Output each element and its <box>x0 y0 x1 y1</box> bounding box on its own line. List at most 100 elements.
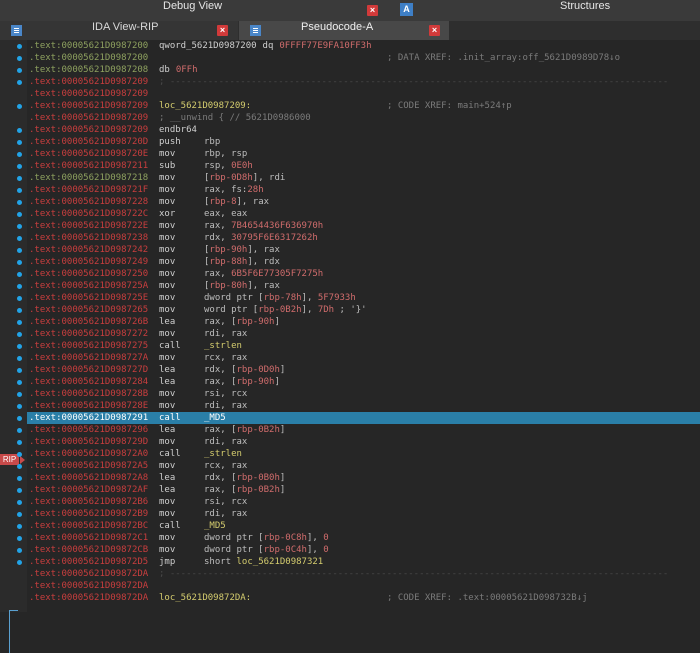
line-address[interactable]: .text:00005621D0987291 <box>29 412 148 424</box>
line-address[interactable]: .text:00005621D098722C <box>29 208 148 220</box>
line-address[interactable]: .text:00005621D0987209 <box>29 88 148 100</box>
line-address[interactable]: .text:00005621D09872D5 <box>29 556 148 568</box>
data-name-label[interactable]: qword_5621D0987200 <box>159 41 257 51</box>
operand-symbol[interactable]: _strlen <box>204 341 242 351</box>
code-line[interactable]: .text:00005621D0987200 qword_5621D0987200… <box>27 40 700 52</box>
code-line[interactable]: .text:00005621D098726B lea rax, [rbp-90h] <box>27 316 700 328</box>
breakpoint-dot-icon[interactable] <box>17 428 22 433</box>
code-line[interactable]: .text:00005621D0987272 mov rdi, rax <box>27 328 700 340</box>
line-address[interactable]: .text:00005621D09872DA <box>29 568 148 580</box>
line-address[interactable]: .text:00005621D0987200 <box>29 40 148 52</box>
line-address[interactable]: .text:00005621D0987238 <box>29 232 148 244</box>
code-line[interactable]: .text:00005621D0987250 mov rax, 6B5F6E7730… <box>27 268 700 280</box>
breakpoint-dot-icon[interactable] <box>17 332 22 337</box>
breakpoint-dot-icon[interactable] <box>17 548 22 553</box>
breakpoint-dot-icon[interactable] <box>17 404 22 409</box>
line-address[interactable]: .text:00005621D09872A8 <box>29 472 148 484</box>
breakpoint-dot-icon[interactable] <box>17 416 22 421</box>
disassembly-listing[interactable]: .text:00005621D0987200 qword_5621D0987200… <box>27 40 700 612</box>
code-line[interactable]: .text:00005621D0987209 loc_5621D0987209:;… <box>27 100 700 112</box>
line-address[interactable]: .text:00005621D09872CB <box>29 544 148 556</box>
code-line[interactable]: .text:00005621D098720D push rbp <box>27 136 700 148</box>
breakpoint-dot-icon[interactable] <box>17 452 22 457</box>
location-label[interactable]: loc_5621D0987209: <box>159 101 251 111</box>
breakpoint-dot-icon[interactable] <box>17 140 22 145</box>
breakpoint-dot-icon[interactable] <box>17 320 22 325</box>
breakpoint-dot-icon[interactable] <box>17 296 22 301</box>
line-address[interactable]: .text:00005621D09872DA <box>29 592 148 604</box>
line-address[interactable]: .text:00005621D09872AF <box>29 484 148 496</box>
line-address[interactable]: .text:00005621D0987211 <box>29 160 148 172</box>
code-line[interactable]: .text:00005621D09872CB mov dword ptr [rbp-… <box>27 544 700 556</box>
code-line[interactable]: .text:00005621D09872D5 jmp short loc_5621D… <box>27 556 700 568</box>
breakpoint-dot-icon[interactable] <box>17 500 22 505</box>
line-address[interactable]: .text:00005621D09872B9 <box>29 508 148 520</box>
breakpoint-dot-icon[interactable] <box>17 284 22 289</box>
line-address[interactable]: .text:00005621D098722E <box>29 220 148 232</box>
line-address[interactable]: .text:00005621D0987275 <box>29 340 148 352</box>
code-line[interactable]: .text:00005621D098725A mov [rbp-80h], rax <box>27 280 700 292</box>
breakpoint-dot-icon[interactable] <box>17 536 22 541</box>
code-line[interactable]: .text:00005621D0987275 call _strlen <box>27 340 700 352</box>
breakpoint-dot-icon[interactable] <box>17 188 22 193</box>
breakpoint-dot-icon[interactable] <box>17 80 22 85</box>
line-address[interactable]: .text:00005621D098727D <box>29 364 148 376</box>
code-line[interactable]: .text:00005621D09872DA loc_5621D09872DA:;… <box>27 592 700 604</box>
code-line[interactable]: .text:00005621D098725E mov dword ptr [rbp-… <box>27 292 700 304</box>
code-line[interactable]: .text:00005621D0987228 mov [rbp-8], rax <box>27 196 700 208</box>
line-address[interactable]: .text:00005621D098728B <box>29 388 148 400</box>
code-line[interactable]: .text:00005621D098727A mov rcx, rax <box>27 352 700 364</box>
breakpoint-dot-icon[interactable] <box>17 176 22 181</box>
line-address[interactable]: .text:00005621D098725A <box>29 280 148 292</box>
line-address[interactable]: .text:00005621D0987228 <box>29 196 148 208</box>
line-address[interactable]: .text:00005621D09872A0 <box>29 448 148 460</box>
breakpoint-dot-icon[interactable] <box>17 104 22 109</box>
operand-symbol[interactable]: _MD5 <box>204 413 226 423</box>
line-address[interactable]: .text:00005621D0987209 <box>29 112 148 124</box>
code-line[interactable]: .text:00005621D0987209 <box>27 88 700 100</box>
line-address[interactable]: .text:00005621D0987208 <box>29 64 148 76</box>
breakpoint-dot-icon[interactable] <box>17 524 22 529</box>
breakpoint-dot-icon[interactable] <box>17 68 22 73</box>
code-line[interactable]: .text:00005621D09872A0 call _strlen <box>27 448 700 460</box>
line-address[interactable]: .text:00005621D0987265 <box>29 304 148 316</box>
line-address[interactable]: .text:00005621D098726B <box>29 316 148 328</box>
breakpoint-dot-icon[interactable] <box>17 380 22 385</box>
breakpoint-dot-icon[interactable] <box>17 224 22 229</box>
code-line[interactable]: .text:00005621D0987249 mov [rbp-88h], rdx <box>27 256 700 268</box>
breakpoint-gutter[interactable]: RIP <box>0 40 27 653</box>
code-line[interactable]: .text:00005621D098728B mov rsi, rcx <box>27 388 700 400</box>
line-address[interactable]: .text:00005621D09872B6 <box>29 496 148 508</box>
line-address[interactable]: .text:00005621D0987200 <box>29 52 148 64</box>
line-address[interactable]: .text:00005621D098720E <box>29 148 148 160</box>
code-line[interactable]: .text:00005621D0987218 mov [rbp-0D8h], rdi <box>27 172 700 184</box>
debug-view-title[interactable]: Debug View <box>163 0 222 21</box>
xref-comment[interactable]: ; CODE XREF: main+524↑p <box>387 100 512 112</box>
line-address[interactable]: .text:00005621D0987284 <box>29 376 148 388</box>
code-line[interactable]: .text:00005621D0987200 ; DATA XREF: .init… <box>27 52 700 64</box>
line-address[interactable]: .text:00005621D0987209 <box>29 76 148 88</box>
breakpoint-dot-icon[interactable] <box>17 164 22 169</box>
code-line[interactable]: .text:00005621D098729D mov rdi, rax <box>27 436 700 448</box>
xref-comment[interactable]: ; DATA XREF: .init_array:off_5621D0989D7… <box>387 52 620 64</box>
breakpoint-dot-icon[interactable] <box>17 236 22 241</box>
close-tab-icon[interactable]: × <box>217 25 228 36</box>
breakpoint-dot-icon[interactable] <box>17 464 22 469</box>
code-line[interactable]: .text:00005621D09872A5 mov rcx, rax <box>27 460 700 472</box>
code-line[interactable]: .text:00005621D098727D lea rdx, [rbp-0D0h] <box>27 364 700 376</box>
line-address[interactable]: .text:00005621D098729D <box>29 436 148 448</box>
code-line[interactable]: .text:00005621D0987208 db 0FFh <box>27 64 700 76</box>
line-address[interactable]: .text:00005621D0987272 <box>29 328 148 340</box>
breakpoint-dot-icon[interactable] <box>17 272 22 277</box>
breakpoint-dot-icon[interactable] <box>17 260 22 265</box>
line-address[interactable]: .text:00005621D098728E <box>29 400 148 412</box>
breakpoint-dot-icon[interactable] <box>17 308 22 313</box>
breakpoint-dot-icon[interactable] <box>17 512 22 517</box>
operand-symbol[interactable]: _MD5 <box>204 521 226 531</box>
breakpoint-dot-icon[interactable] <box>17 356 22 361</box>
line-address[interactable]: .text:00005621D098721F <box>29 184 148 196</box>
code-line[interactable]: .text:00005621D09872B6 mov rsi, rcx <box>27 496 700 508</box>
code-line[interactable]: .text:00005621D0987291 call _MD5 <box>27 412 700 424</box>
line-address[interactable]: .text:00005621D09872BC <box>29 520 148 532</box>
code-line[interactable]: .text:00005621D09872B9 mov rdi, rax <box>27 508 700 520</box>
